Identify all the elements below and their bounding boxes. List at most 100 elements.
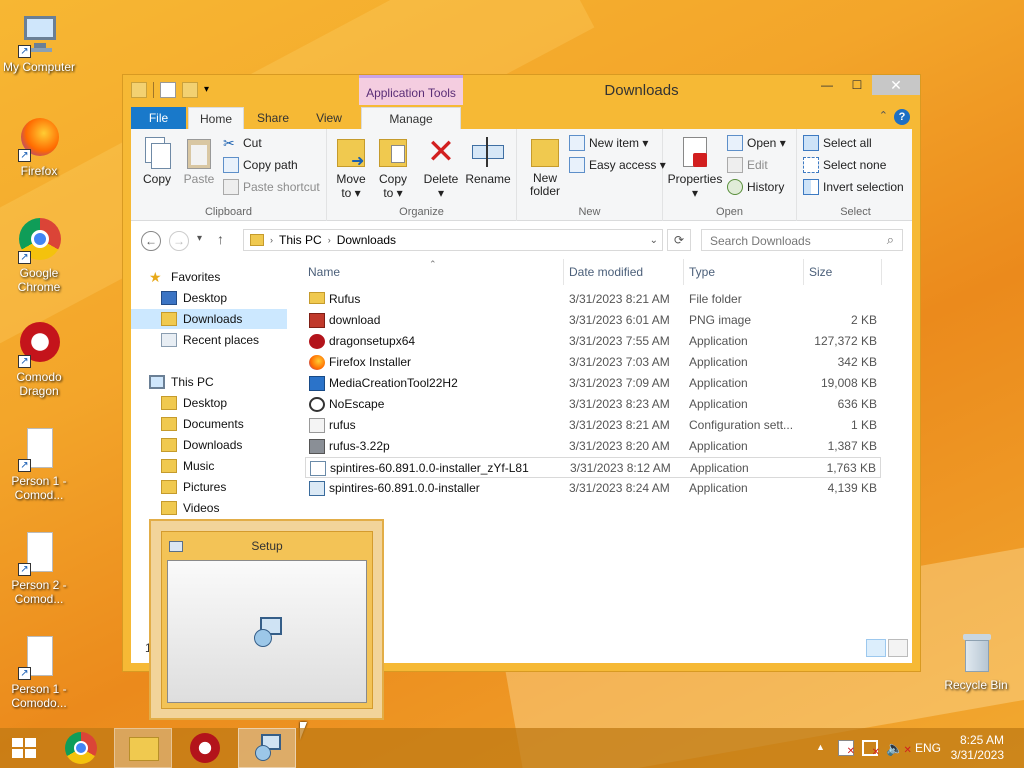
chevron-right-icon: › <box>327 235 331 245</box>
large-icons-view-button[interactable] <box>888 639 908 657</box>
tab-share[interactable]: Share <box>247 107 299 129</box>
search-input[interactable]: Search Downloads ⌕ <box>701 229 903 251</box>
copy-button[interactable]: Copy <box>139 135 175 186</box>
breadcrumb-this-pc[interactable]: This PC <box>279 233 322 247</box>
column-header-size[interactable]: Size <box>809 265 832 279</box>
nav-this-pc[interactable]: This PC <box>149 372 305 392</box>
taskbar-file-explorer[interactable] <box>114 728 172 768</box>
file-row[interactable]: download 3/31/2023 6:01 AM PNG image 2 KB <box>305 310 881 331</box>
group-clipboard: Copy Paste ✂ Cut Copy path Paste shortcut… <box>131 129 327 221</box>
help-icon[interactable]: ? <box>894 109 910 125</box>
desktop-icon-label: Person 1 - Comodo... <box>11 682 67 710</box>
nav-pc-documents[interactable]: Documents <box>161 414 317 434</box>
clock[interactable]: 8:25 AM 3/31/2023 <box>951 733 1004 763</box>
desktop-icon-label: Google Chrome <box>17 266 61 294</box>
paste-button[interactable]: Paste <box>181 135 217 186</box>
network-icon[interactable]: ✕ <box>862 740 880 758</box>
taskbar-setup[interactable] <box>238 728 296 768</box>
action-center-icon[interactable]: ✕ <box>838 740 855 757</box>
select-all-icon <box>803 135 819 151</box>
invert-selection-button[interactable]: Invert selection <box>803 179 904 195</box>
taskbar-chrome[interactable] <box>52 728 110 768</box>
up-button[interactable]: ↑ <box>217 231 224 247</box>
file-row[interactable]: rufus 3/31/2023 8:21 AM Configuration sett… <box>305 415 881 436</box>
file-row[interactable]: dragonsetupx64 3/31/2023 7:55 AM Applicati… <box>305 331 881 352</box>
file-row[interactable]: NoEscape 3/31/2023 8:23 AM Application 636 … <box>305 394 881 415</box>
easy-access-button[interactable]: Easy access ▾ <box>569 157 666 173</box>
desktop-icon-recycle-bin[interactable]: Recycle Bin <box>936 630 1016 692</box>
desktop-icon-person1[interactable]: ↗ Person 1 - Comod... <box>0 426 78 502</box>
nav-fav-desktop[interactable]: Desktop <box>161 288 317 308</box>
column-header-date[interactable]: Date modified <box>569 265 643 279</box>
file-row[interactable]: Rufus 3/31/2023 8:21 AM File folder <box>305 289 881 310</box>
file-row[interactable]: spintires-60.891.0.0-installer 3/31/2023 … <box>305 478 881 499</box>
start-button[interactable] <box>0 728 48 768</box>
nav-pc-music[interactable]: Music <box>161 456 317 476</box>
file-row[interactable]: MediaCreationTool22H2 3/31/2023 7:09 AM Ap… <box>305 373 881 394</box>
nav-favorites[interactable]: ★ Favorites <box>149 267 305 287</box>
close-button[interactable]: ✕ <box>872 75 920 95</box>
details-view-button[interactable] <box>866 639 886 657</box>
rename-button[interactable]: Rename <box>465 135 511 186</box>
nav-pc-pictures[interactable]: Pictures <box>161 477 317 497</box>
desktop-icon-person2[interactable]: ↗ Person 2 - Comod... <box>0 530 78 606</box>
desktop-icon-person1b[interactable]: ↗ Person 1 - Comodo... <box>0 634 78 710</box>
tab-file[interactable]: File <box>131 107 186 129</box>
desktop-icon-firefox[interactable]: ↗ Firefox <box>0 116 78 178</box>
language-indicator[interactable]: ENG <box>915 741 941 768</box>
delete-button[interactable]: ✕ Delete ▾ <box>421 135 461 200</box>
file-list[interactable]: Name ⌃ Date modified Type Size Rufus 3/31… <box>301 259 882 635</box>
tab-manage[interactable]: Manage <box>361 107 461 129</box>
new-folder-button[interactable]: New folder <box>525 135 565 198</box>
column-header-name[interactable]: Name <box>308 265 340 279</box>
desktop-icon-my-computer[interactable]: ↗ My Computer <box>0 12 78 74</box>
copy-icon <box>141 135 173 169</box>
nav-pc-desktop[interactable]: Desktop <box>161 393 317 413</box>
move-to-button[interactable]: ➜ Move to ▾ <box>331 135 371 200</box>
file-row[interactable]: rufus-3.22p 3/31/2023 8:20 AM Application 1… <box>305 436 881 457</box>
chevron-down-icon[interactable]: ⌄ <box>650 235 658 246</box>
open-button[interactable]: Open ▾ <box>727 135 786 151</box>
address-bar-row: ← → ▾ ↑ › This PC › Downloads ⌄ ⟳ Search… <box>131 221 912 259</box>
recent-locations-icon[interactable]: ▾ <box>197 233 202 244</box>
address-bar[interactable]: › This PC › Downloads ⌄ <box>243 229 663 251</box>
tab-view[interactable]: View <box>303 107 355 129</box>
setup-app-icon <box>254 617 284 647</box>
forward-button[interactable]: → <box>169 231 189 251</box>
minimize-button[interactable]: — <box>812 75 842 95</box>
maximize-button[interactable]: ☐ <box>842 75 872 95</box>
chrome-icon: ↗ <box>16 218 62 264</box>
nav-fav-recent[interactable]: Recent places <box>161 330 317 350</box>
nav-pc-downloads[interactable]: Downloads <box>161 435 317 455</box>
breadcrumb-downloads[interactable]: Downloads <box>337 233 396 247</box>
select-all-button[interactable]: Select all <box>803 135 872 151</box>
tab-home[interactable]: Home <box>188 107 244 129</box>
nav-fav-downloads[interactable]: Downloads <box>131 309 287 329</box>
show-hidden-icons-button[interactable]: ▲ <box>816 742 825 768</box>
file-row[interactable]: Firefox Installer 3/31/2023 7:03 AM Applic… <box>305 352 881 373</box>
folder-icon <box>161 417 177 431</box>
paste-shortcut-button[interactable]: Paste shortcut <box>223 179 320 195</box>
history-button[interactable]: History <box>727 179 784 195</box>
cut-button[interactable]: ✂ Cut <box>223 135 262 151</box>
edit-button[interactable]: Edit <box>727 157 768 173</box>
select-none-button[interactable]: Select none <box>803 157 886 173</box>
setup-thumbnail-preview[interactable]: Setup <box>149 519 384 720</box>
volume-icon[interactable]: 🔈✕ <box>886 740 912 768</box>
properties-button[interactable]: Properties ▾ <box>665 135 725 200</box>
file-row[interactable]: spintires-60.891.0.0-installer_zYf-L81 3/… <box>305 457 881 478</box>
title-bar[interactable]: ▾ Application Tools Downloads — ☐ ✕ <box>123 75 920 105</box>
collapse-ribbon-icon[interactable]: ⌃ <box>879 109 888 122</box>
column-header-type[interactable]: Type <box>689 265 715 279</box>
desktop-icon-chrome[interactable]: ↗ Google Chrome <box>0 218 78 294</box>
new-item-button[interactable]: New item ▾ <box>569 135 648 151</box>
refresh-button[interactable]: ⟳ <box>667 229 691 251</box>
desktop-icon-comodo-dragon[interactable]: ↗ Comodo Dragon <box>0 322 78 398</box>
nav-pc-videos[interactable]: Videos <box>161 498 317 518</box>
search-icon: ⌕ <box>886 232 894 247</box>
taskbar-comodo-dragon[interactable] <box>176 728 234 768</box>
back-button[interactable]: ← <box>141 231 161 251</box>
copy-to-button[interactable]: Copy to ▾ <box>373 135 413 200</box>
sort-ascending-icon: ⌃ <box>429 259 437 269</box>
copy-path-button[interactable]: Copy path <box>223 157 298 173</box>
